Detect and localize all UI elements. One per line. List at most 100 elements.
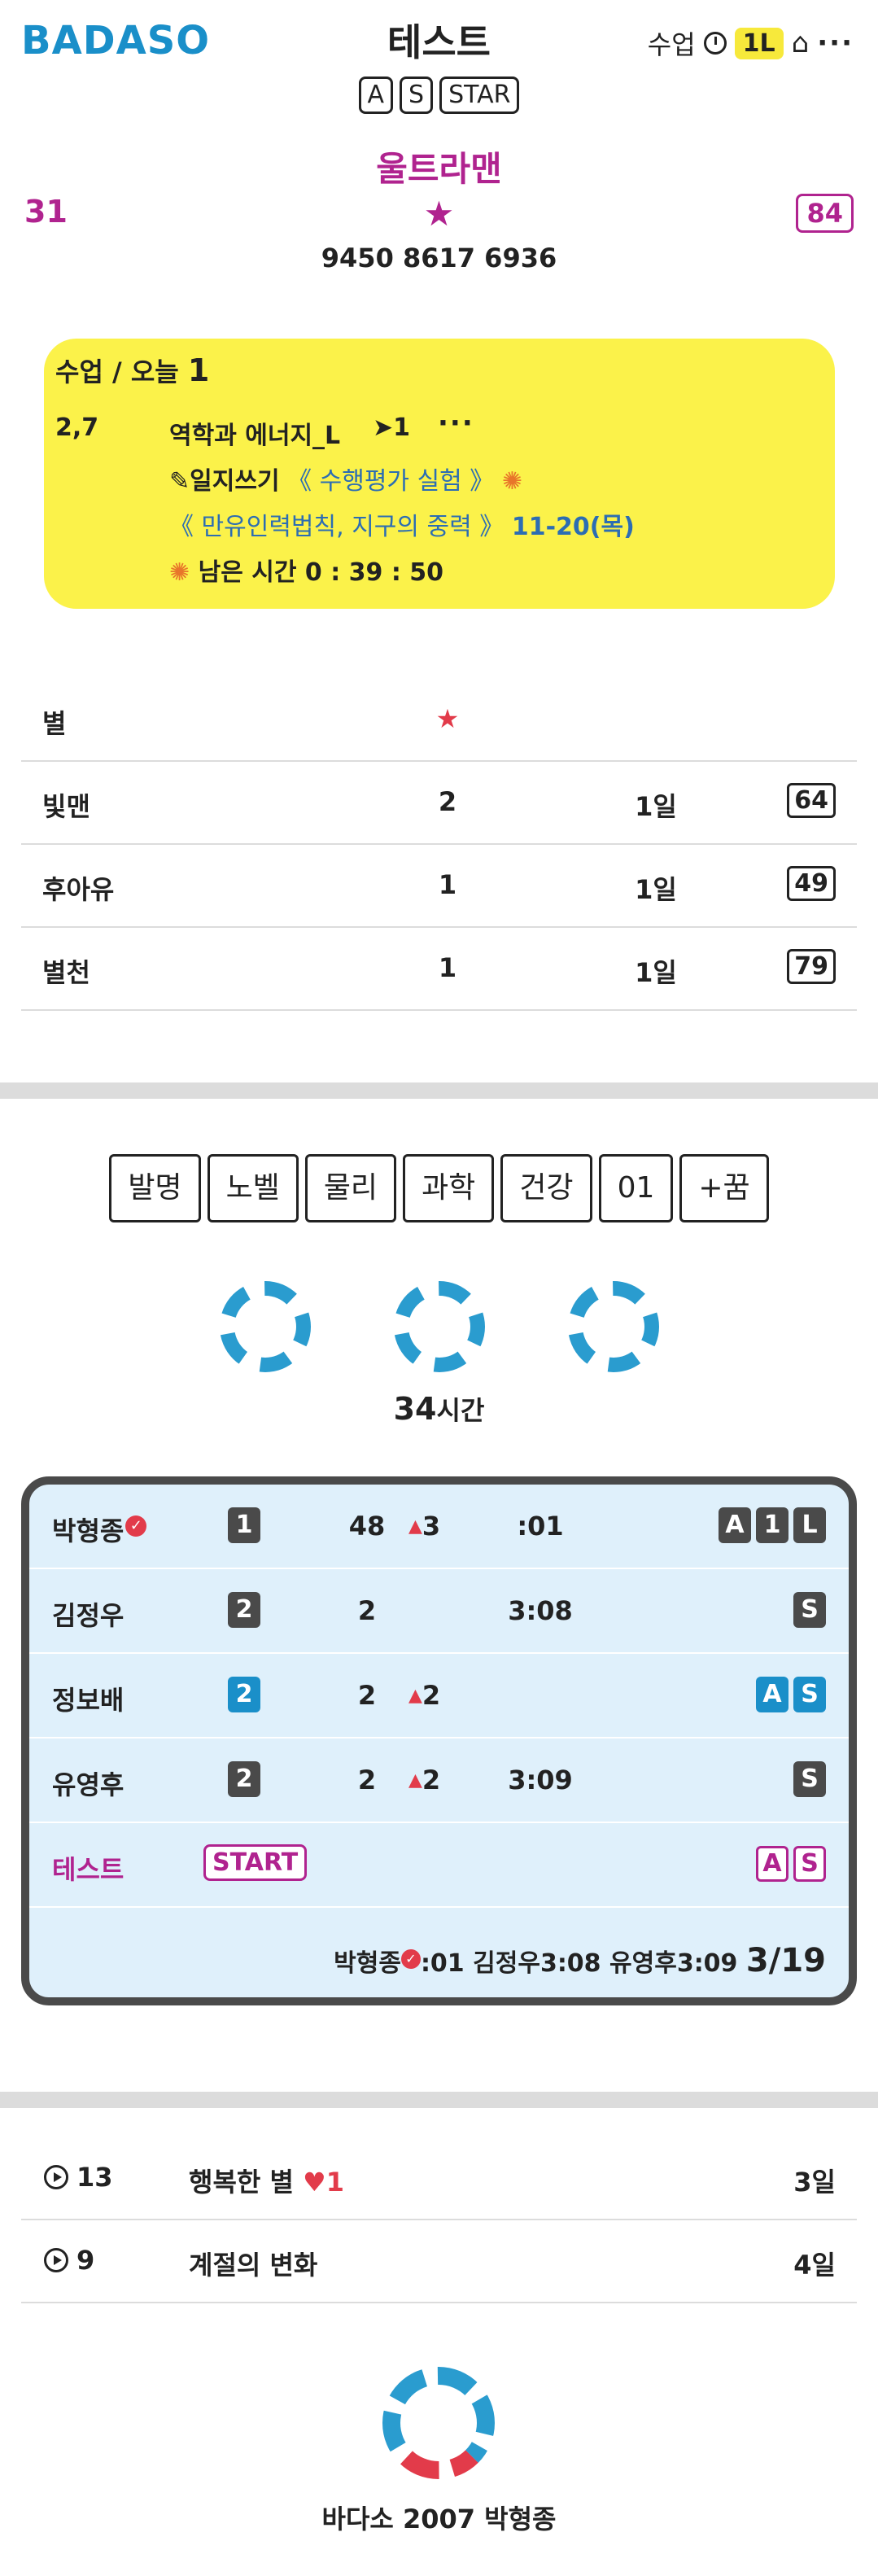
list-item[interactable]: 9 계절의 변화 4일 [21,2220,857,2303]
player-score: 48 [348,1511,386,1542]
footer-progress-ring [382,2367,495,2479]
category-button[interactable]: 건강 [500,1154,592,1222]
attendance-ratio: 3/19 [745,1942,826,1979]
category-button[interactable]: +꿈 [679,1154,769,1222]
player-time: 3:08 [508,1595,573,1626]
badge-1: 1 [756,1507,788,1543]
badge-s: S [793,1677,826,1712]
leaderboard: 박형종 ✓ 1 48 ▲3 :01 A 1 L 김정우 2 2 3:08 S 정보… [21,1476,857,2005]
section-divider [0,2092,878,2108]
up-arrow-icon: ▲ [408,1516,422,1537]
topic-line: 《 만유인력법칙, 지구의 중력 》 11-20(목) [169,506,635,542]
rank-badge: 2 [228,1761,260,1797]
class-card[interactable]: 수업 / 오늘 1 2,7 역학과 에너지_L ➤1 ··· ✎일지쓰기 《 수… [44,339,835,609]
table-row[interactable]: 빛맨 2 1일 64 [21,762,857,845]
send-button[interactable]: ➤1 [373,413,410,442]
table-row[interactable]: 후아유 1 1일 49 [21,845,857,928]
assessment-label: 《 수행평가 실험 》 [287,467,495,496]
rank-badge: 2 [228,1592,260,1628]
player-name: 유영후 [52,1769,124,1800]
badge-a: A [719,1507,751,1543]
progress-ring[interactable] [568,1281,659,1372]
star-icon: ★ [423,194,455,234]
badge-group: S [793,1592,826,1628]
class-subject[interactable]: 역학과 에너지_L [169,415,340,451]
badge-group: A S [756,1677,826,1712]
table-row[interactable]: 별천 1 1일 79 [21,928,857,1011]
player-time: 3:09 [508,1765,573,1795]
section-divider [0,1082,878,1099]
sparkle-icon: ✺ [501,467,522,496]
badge-a: A [756,1846,788,1882]
tag-s[interactable]: S [400,77,434,114]
player-score: 2 [357,1680,377,1711]
badge-l: L [793,1507,826,1543]
score-badge: 49 [787,866,836,901]
score-badge: 64 [787,783,836,818]
level-badge[interactable]: 1L [734,27,784,59]
badge-s: S [793,1846,826,1882]
player-name: 김정우 [52,1600,124,1631]
class-card-title: 수업 / 오늘 1 [55,352,210,388]
leaderboard-self-row[interactable]: 테스트 START A S [29,1823,849,1908]
player-score: 2 [357,1765,377,1795]
home-icon[interactable]: ⌂ [792,27,810,59]
header-actions: 수업 1L ⌂ ··· [648,24,854,62]
list-item[interactable]: 13 행복한 별 ♥1 3일 [21,2137,857,2220]
badge-group: A S [756,1846,826,1882]
footer-text: 바다소 2007 박형종 [321,2504,557,2534]
check-icon: ✓ [400,1949,421,1969]
rank-badge: 1 [228,1507,260,1543]
class-date: 11-20(목) [511,513,635,541]
heart-icon: ♥1 [303,2167,344,2198]
journal-line[interactable]: ✎일지쓰기 《 수행평가 실험 》 ✺ [169,461,522,496]
self-name: 테스트 [52,1854,124,1885]
more-menu-icon[interactable]: ··· [817,27,854,59]
remaining-time: ✺ 남은 시간 0 : 39 : 50 [169,558,444,587]
stars-header-label: 별 [42,708,67,739]
start-button[interactable]: START [203,1844,308,1881]
red-star-icon: ★ [435,703,460,734]
player-name: 박형종 ✓ [52,1511,147,1548]
class-label[interactable]: 수업 [648,24,696,62]
category-button[interactable]: 발명 [109,1154,201,1222]
total-hours: 34시간 [393,1391,485,1427]
up-arrow-icon: ▲ [408,1686,422,1706]
pencil-icon: ✎ [169,467,190,496]
progress-ring[interactable] [394,1281,485,1372]
progress-ring[interactable] [220,1281,311,1372]
up-arrow-icon: ▲ [408,1770,422,1791]
user-name[interactable]: 울트라맨 [0,142,878,191]
score-delta: ▲2 [408,1765,441,1795]
category-button[interactable]: 01 [598,1154,674,1222]
sparkle-icon: ✺ [169,558,190,587]
play-icon [44,2248,68,2272]
category-button[interactable]: 과학 [403,1154,495,1222]
right-count-badge[interactable]: 84 [796,194,854,233]
score-delta: ▲3 [408,1511,441,1542]
class-more-icon[interactable]: ··· [438,407,474,440]
class-count: 1 [187,352,210,388]
check-icon: ✓ [125,1515,147,1537]
stars-header-row: 별 ★ [21,679,857,762]
badge-group: S [793,1761,826,1797]
leaderboard-row[interactable]: 정보배 2 2 ▲2 A S [29,1654,849,1738]
clock-icon[interactable] [703,32,727,55]
score-badge: 79 [787,949,836,984]
badge-s: S [793,1761,826,1797]
play-icon [44,2165,68,2189]
leaderboard-row[interactable]: 김정우 2 2 3:08 S [29,1569,849,1654]
score-delta: ▲2 [408,1680,441,1711]
player-score: 2 [357,1595,377,1626]
tag-star[interactable]: STAR [439,77,520,114]
badge-s: S [793,1592,826,1628]
journal-label: 일지쓰기 [190,467,280,496]
leaderboard-row[interactable]: 박형종 ✓ 1 48 ▲3 :01 A 1 L [29,1485,849,1569]
topic-label: 《 만유인력법칙, 지구의 중력 》 [169,513,505,541]
category-button[interactable]: 노벨 [207,1154,299,1222]
tag-a[interactable]: A [358,77,394,114]
leaderboard-row[interactable]: 유영후 2 2 ▲2 3:09 S [29,1738,849,1823]
tag-group: A S STAR [0,77,878,114]
category-button[interactable]: 물리 [304,1154,397,1222]
badge-group: A 1 L [719,1507,826,1543]
